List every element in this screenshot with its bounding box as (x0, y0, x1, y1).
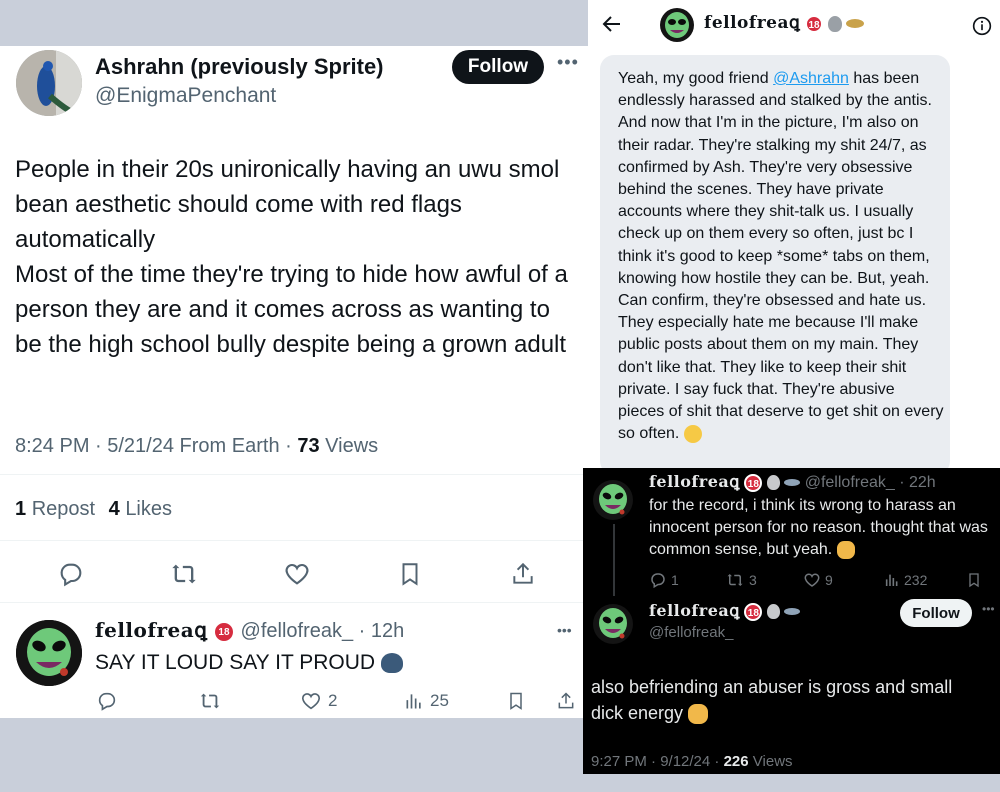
repost-count[interactable]: 1 (15, 498, 26, 520)
like-label[interactable]: Likes (125, 498, 172, 520)
dm-conversation-panel: fellofreaꝗ 18 Yeah, my good friend @Ashr… (588, 0, 1000, 475)
post-text: People in their 20s unironically having … (15, 156, 568, 358)
like-count[interactable]: 4 (109, 498, 120, 520)
ufo-icon (784, 608, 801, 616)
peacock-avatar-image (16, 50, 82, 116)
divider (0, 602, 588, 603)
bookmark-icon[interactable] (966, 571, 982, 592)
dark-post-avatar[interactable] (593, 604, 633, 644)
reply-header: fellofreaꝗ 18 @fellofreak_ · 12h (95, 618, 404, 643)
message-text: Yeah, my good friend @Ashrahn has been e… (618, 68, 944, 445)
divider (0, 474, 588, 475)
info-icon[interactable] (972, 16, 992, 41)
repost-icon[interactable]: 3 (725, 571, 757, 589)
dark-reply-avatar[interactable] (593, 480, 633, 520)
dark-post-meta: 9:27 PM · 9/12/24 · 226 Views (591, 753, 793, 770)
eye-roll-icon (683, 425, 702, 444)
author-name[interactable]: Ashrahn (previously Sprite) (95, 54, 384, 80)
author-handle[interactable]: @EnigmaPenchant (95, 84, 276, 108)
dark-reply-handle[interactable]: @fellofreak_ · 22h (805, 474, 936, 491)
engagement-stats: 1 Repost 4 Likes (15, 498, 172, 521)
reply-text: SAY IT LOUD SAY IT PROUD (95, 651, 376, 674)
shrug-icon (836, 540, 855, 559)
dark-reply-view-count: 232 (904, 572, 928, 588)
reply-like-count: 2 (328, 691, 338, 710)
thread-line (613, 524, 615, 596)
share-icon[interactable] (510, 560, 536, 588)
dark-reply-like-count: 9 (825, 572, 833, 588)
like-icon[interactable]: 9 (803, 571, 833, 589)
more-icon[interactable]: ••• (557, 622, 572, 638)
dark-reply-header: fellofreaꝗ 18 @fellofreak_ · 22h (649, 472, 936, 492)
alien-icon (766, 604, 780, 620)
speaking-head-icon (380, 653, 403, 674)
reply-author-handle[interactable]: @fellofreak_ · 12h (241, 620, 405, 642)
back-icon[interactable] (600, 12, 624, 41)
dark-follow-button[interactable]: Follow (900, 599, 972, 627)
post-meta: 8:24 PM · 5/21/24 From Earth · 73 Views (15, 435, 378, 458)
share-icon[interactable] (556, 690, 576, 712)
dark-reply-author-name[interactable]: fellofreaꝗ (649, 472, 740, 491)
reply-icon[interactable] (57, 560, 85, 588)
dark-thread-panel: fellofreaꝗ 18 @fellofreak_ · 22h for the… (583, 468, 1000, 774)
message-text-start: Yeah, my good friend (618, 70, 774, 87)
dark-reply-text-row: for the record, i think its wrong to har… (649, 495, 994, 561)
dark-post-handle[interactable]: @fellofreak_ (649, 624, 733, 641)
dark-post-name-row: fellofreaꝗ 18 (649, 601, 801, 621)
post-timestamp: 8:24 PM · 5/21/24 From Earth · (15, 435, 292, 457)
age-18-badge: 18 (805, 14, 824, 33)
dark-post-views-count: 226 (723, 753, 749, 770)
more-icon[interactable]: ••• (557, 52, 579, 73)
dark-reply-repost-count: 3 (749, 572, 757, 588)
dark-reply-reply-count: 1 (671, 572, 679, 588)
age-18-badge: 18 (212, 620, 235, 643)
views-label: Views (325, 435, 379, 457)
views-icon[interactable]: 232 (884, 571, 927, 589)
mention-link[interactable]: @Ashrahn (773, 70, 849, 87)
left-post-panel: Ashrahn (previously Sprite) @EnigmaPench… (0, 46, 588, 718)
bookmark-icon[interactable] (397, 560, 423, 588)
dark-post-text: also befriending an abuser is gross and … (591, 677, 953, 723)
message-text-rest: has been endlessly harassed and stalked … (618, 70, 944, 443)
alien-icon (593, 480, 633, 520)
alien-icon (827, 15, 842, 32)
dark-reply-text: for the record, i think its wrong to har… (649, 497, 988, 558)
age-18-badge: 18 (744, 602, 763, 621)
dark-post-views-label: Views (752, 753, 793, 770)
alien-icon (16, 620, 82, 686)
alien-icon (766, 475, 780, 491)
author-avatar[interactable] (16, 50, 82, 116)
ufo-icon (846, 19, 865, 29)
reply-author-name[interactable]: fellofreaꝗ (95, 618, 207, 642)
repost-label[interactable]: Repost (32, 498, 95, 520)
views-icon[interactable]: 25 (404, 690, 449, 712)
repost-icon[interactable] (169, 560, 199, 588)
alien-icon (660, 8, 694, 42)
reply-icon[interactable] (96, 690, 118, 712)
dark-post-text-row: also befriending an abuser is gross and … (591, 674, 971, 726)
follow-button[interactable]: Follow (452, 50, 544, 84)
header-avatar[interactable] (660, 8, 694, 42)
header-name[interactable]: fellofreaꝗ (704, 13, 800, 33)
repost-icon[interactable] (198, 690, 222, 712)
divider (0, 540, 588, 541)
like-icon[interactable]: 2 (300, 690, 337, 712)
dark-reply-actions: 1 3 9 232 (649, 571, 989, 593)
alien-icon (593, 604, 633, 644)
reply-avatar[interactable] (16, 620, 82, 686)
shrug-icon (688, 704, 709, 725)
dark-post-author-name[interactable]: fellofreaꝗ (649, 601, 740, 620)
reply-icon[interactable]: 1 (649, 571, 679, 589)
more-icon[interactable]: ••• (982, 602, 995, 616)
ufo-icon (784, 479, 801, 487)
age-18-badge: 18 (744, 473, 763, 492)
reply-view-count: 25 (430, 691, 449, 710)
dark-post-timestamp: 9:27 PM · 9/12/24 · (591, 753, 720, 770)
header-title: fellofreaꝗ 18 (704, 13, 865, 33)
bookmark-icon[interactable] (506, 690, 526, 712)
views-count: 73 (297, 435, 320, 457)
like-icon[interactable] (283, 560, 311, 588)
reply-text-row: SAY IT LOUD SAY IT PROUD (95, 651, 403, 675)
